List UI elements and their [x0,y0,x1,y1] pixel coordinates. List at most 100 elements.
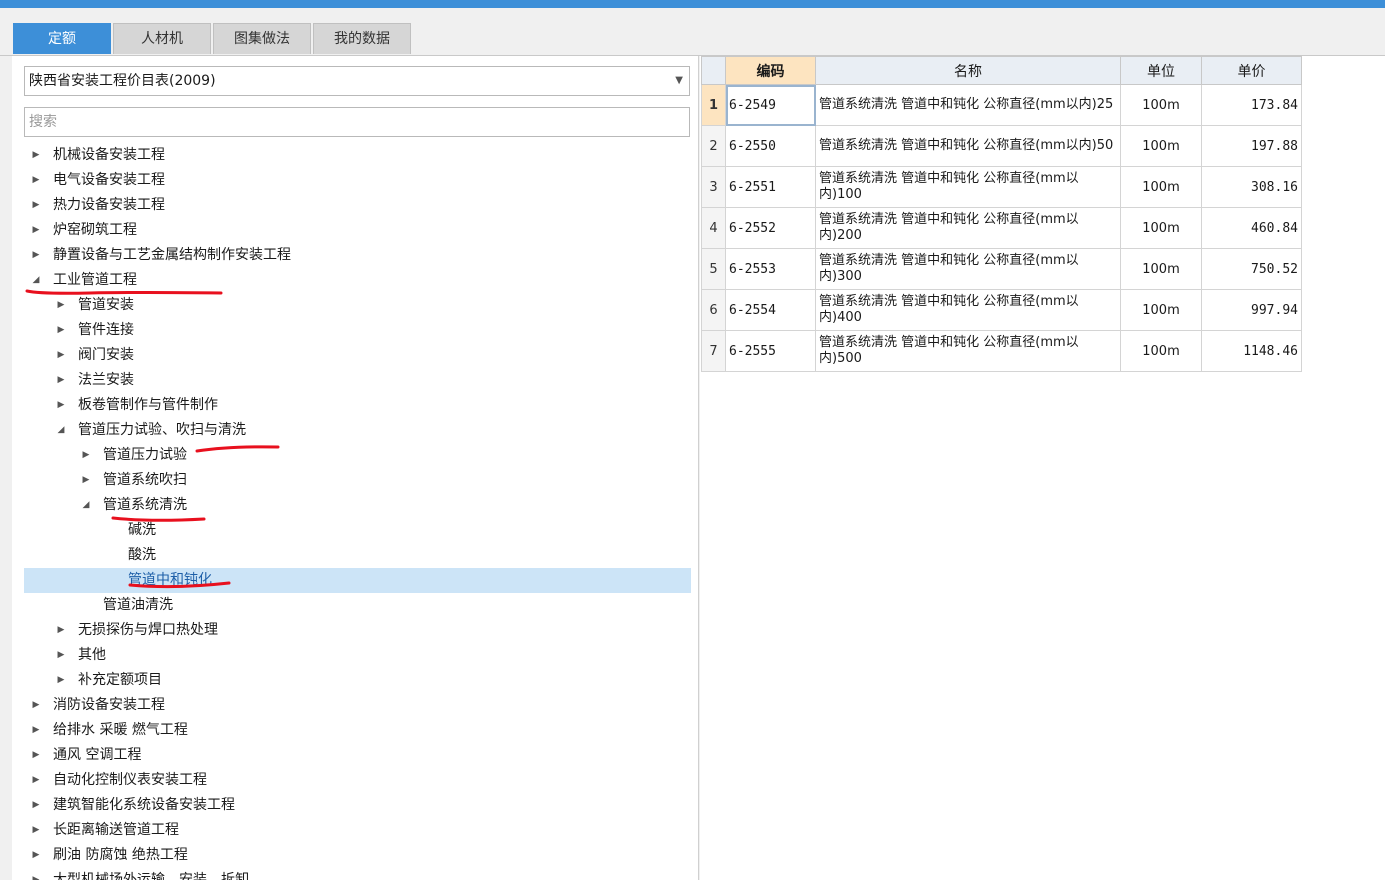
chevron-down-icon[interactable]: ▼ [675,67,683,95]
collapsed-arrow-icon[interactable]: ▶ [55,643,67,668]
unit-cell[interactable]: 100m [1120,166,1202,208]
price-cell[interactable]: 460.84 [1201,207,1302,249]
collapsed-arrow-icon[interactable]: ▶ [80,468,92,493]
table-row[interactable]: 5 6-2553 管道系统清洗 管道中和钝化 公称直径(mm以内)300 100m 75… [701,248,1302,290]
table-row[interactable]: 4 6-2552 管道系统清洗 管道中和钝化 公称直径(mm以内)200 100m 46… [701,207,1302,249]
collapsed-arrow-icon[interactable]: ▶ [30,218,42,243]
tree-item[interactable]: ▶ 消防设备安装工程 [24,693,691,718]
tree-item[interactable]: ▶ 管件连接 [24,318,691,343]
name-cell[interactable]: 管道系统清洗 管道中和钝化 公称直径(mm以内)500 [815,330,1121,372]
collapsed-arrow-icon[interactable]: ▶ [30,868,42,880]
name-cell[interactable]: 管道系统清洗 管道中和钝化 公称直径(mm以内)300 [815,248,1121,290]
table-row[interactable]: 2 6-2550 管道系统清洗 管道中和钝化 公称直径(mm以内)50 100m 197… [701,125,1302,167]
unit-cell[interactable]: 100m [1120,207,1202,249]
row-number-cell[interactable]: 1 [701,84,726,126]
tree-item[interactable]: ▶ 管道安装 [24,293,691,318]
tree-item[interactable]: ◢ 管道压力试验、吹扫与清洗 [24,418,691,443]
tree-item[interactable]: ◢ 管道系统清洗 [24,493,691,518]
name-cell[interactable]: 管道系统清洗 管道中和钝化 公称直径(mm以内)100 [815,166,1121,208]
column-header-name[interactable]: 名称 [815,56,1121,85]
tree-item[interactable]: ▶ 板卷管制作与管件制作 [24,393,691,418]
code-cell[interactable]: 6-2550 [725,125,816,167]
column-header-price[interactable]: 单价 [1201,56,1302,85]
tree-item[interactable]: 酸洗 [24,543,691,568]
row-number-cell[interactable]: 4 [701,207,726,249]
tab-atlas-method[interactable]: 图集做法 [213,23,311,54]
unit-cell[interactable]: 100m [1120,289,1202,331]
tree-item[interactable]: ▶ 阀门安装 [24,343,691,368]
code-cell[interactable]: 6-2554 [725,289,816,331]
expanded-arrow-icon[interactable]: ◢ [80,493,92,518]
tree-item[interactable]: ▶ 自动化控制仪表安装工程 [24,768,691,793]
price-cell[interactable]: 197.88 [1201,125,1302,167]
tree-item[interactable]: ▶ 给排水 采暖 燃气工程 [24,718,691,743]
tree-item[interactable]: ▶ 无损探伤与焊口热处理 [24,618,691,643]
row-number-cell[interactable]: 3 [701,166,726,208]
row-number-cell[interactable]: 6 [701,289,726,331]
collapsed-arrow-icon[interactable]: ▶ [30,743,42,768]
tree-item[interactable]: ▶ 管道压力试验 [24,443,691,468]
collapsed-arrow-icon[interactable]: ▶ [55,668,67,693]
table-row[interactable]: 1 6-2549 管道系统清洗 管道中和钝化 公称直径(mm以内)25 100m 173… [701,84,1302,126]
collapsed-arrow-icon[interactable]: ▶ [55,368,67,393]
collapsed-arrow-icon[interactable]: ▶ [30,768,42,793]
tree-item[interactable]: ◢ 工业管道工程 [24,268,691,293]
collapsed-arrow-icon[interactable]: ▶ [80,443,92,468]
price-cell[interactable]: 750.52 [1201,248,1302,290]
code-cell[interactable]: 6-2552 [725,207,816,249]
unit-cell[interactable]: 100m [1120,84,1202,126]
tree-item[interactable]: ▶ 管道系统吹扫 [24,468,691,493]
collapsed-arrow-icon[interactable]: ▶ [30,843,42,868]
collapsed-arrow-icon[interactable]: ▶ [30,143,42,168]
tree-item[interactable]: 管道油清洗 [24,593,691,618]
collapsed-arrow-icon[interactable]: ▶ [30,243,42,268]
tree-item[interactable]: ▶ 炉窑砌筑工程 [24,218,691,243]
collapsed-arrow-icon[interactable]: ▶ [55,343,67,368]
row-number-cell[interactable]: 2 [701,125,726,167]
tree-item[interactable]: ▶ 法兰安装 [24,368,691,393]
tab-labor-material-machine[interactable]: 人材机 [113,23,211,54]
tree-item[interactable]: ▶ 电气设备安装工程 [24,168,691,193]
tree-item[interactable]: ▶ 建筑智能化系统设备安装工程 [24,793,691,818]
collapsed-arrow-icon[interactable]: ▶ [30,718,42,743]
name-cell[interactable]: 管道系统清洗 管道中和钝化 公称直径(mm以内)200 [815,207,1121,249]
code-cell[interactable]: 6-2555 [725,330,816,372]
unit-cell[interactable]: 100m [1120,248,1202,290]
collapsed-arrow-icon[interactable]: ▶ [30,818,42,843]
search-input[interactable] [24,107,690,137]
table-row[interactable]: 7 6-2555 管道系统清洗 管道中和钝化 公称直径(mm以内)500 100m 11… [701,330,1302,372]
library-select[interactable]: 陕西省安装工程价目表(2009) ▼ [24,66,690,96]
tree-item[interactable]: 管道中和钝化 [24,568,691,593]
name-cell[interactable]: 管道系统清洗 管道中和钝化 公称直径(mm以内)25 [815,84,1121,126]
collapsed-arrow-icon[interactable]: ▶ [30,693,42,718]
tree-item[interactable]: ▶ 其他 [24,643,691,668]
tree-item[interactable]: ▶ 刷油 防腐蚀 绝热工程 [24,843,691,868]
unit-cell[interactable]: 100m [1120,330,1202,372]
tree-item[interactable]: 碱洗 [24,518,691,543]
tree-item[interactable]: ▶ 大型机械场外运输、安装、拆卸 [24,868,691,880]
expanded-arrow-icon[interactable]: ◢ [30,268,42,293]
tab-quota[interactable]: 定额 [13,23,111,54]
name-cell[interactable]: 管道系统清洗 管道中和钝化 公称直径(mm以内)50 [815,125,1121,167]
tree-item[interactable]: ▶ 补充定额项目 [24,668,691,693]
collapsed-arrow-icon[interactable]: ▶ [55,618,67,643]
column-header-unit[interactable]: 单位 [1120,56,1202,85]
collapsed-arrow-icon[interactable]: ▶ [55,393,67,418]
collapsed-arrow-icon[interactable]: ▶ [30,168,42,193]
price-cell[interactable]: 1148.46 [1201,330,1302,372]
code-cell[interactable]: 6-2549 [725,84,816,126]
row-number-cell[interactable]: 7 [701,330,726,372]
column-header-code[interactable]: 编码 [725,56,816,85]
tree-item[interactable]: ▶ 长距离输送管道工程 [24,818,691,843]
collapsed-arrow-icon[interactable]: ▶ [30,793,42,818]
row-number-cell[interactable]: 5 [701,248,726,290]
price-cell[interactable]: 308.16 [1201,166,1302,208]
collapsed-arrow-icon[interactable]: ▶ [55,293,67,318]
table-row[interactable]: 3 6-2551 管道系统清洗 管道中和钝化 公称直径(mm以内)100 100m 30… [701,166,1302,208]
name-cell[interactable]: 管道系统清洗 管道中和钝化 公称直径(mm以内)400 [815,289,1121,331]
price-cell[interactable]: 997.94 [1201,289,1302,331]
code-cell[interactable]: 6-2553 [725,248,816,290]
tree-item[interactable]: ▶ 通风 空调工程 [24,743,691,768]
tab-my-data[interactable]: 我的数据 [313,23,411,54]
tree-item[interactable]: ▶ 机械设备安装工程 [24,143,691,168]
